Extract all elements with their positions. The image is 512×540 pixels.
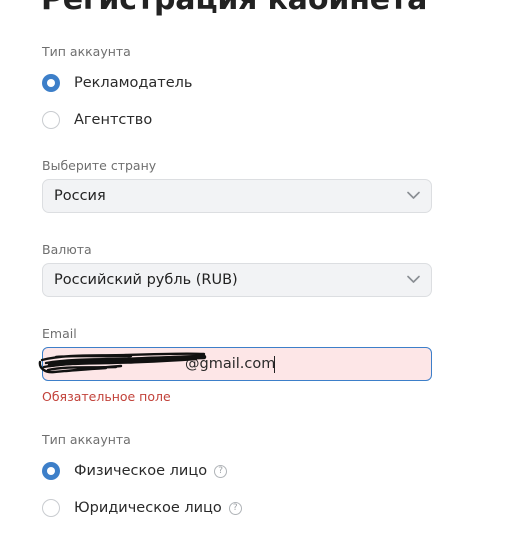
legal-type-label: Тип аккаунта [42, 432, 131, 447]
account-type-label: Тип аккаунта [42, 44, 131, 59]
chevron-down-icon [407, 275, 420, 283]
radio-individual[interactable]: Физическое лицо ? [42, 462, 228, 480]
radio-agency-label: Агентство [74, 112, 153, 128]
radio-individual-label: Физическое лицо [74, 463, 208, 479]
radio-legal-entity[interactable]: Юридическое лицо ? [42, 499, 242, 517]
radio-agency[interactable]: Агентство [42, 111, 152, 129]
currency-select[interactable]: Российский рубль (RUB) [42, 263, 432, 297]
chevron-down-icon [407, 191, 420, 199]
radio-advertiser[interactable]: Рекламодатель [42, 74, 192, 92]
radio-legal-entity-label: Юридическое лицо [74, 500, 222, 516]
email-error-message: Обязательное поле [42, 389, 171, 404]
currency-select-value: Российский рубль (RUB) [54, 272, 238, 288]
question-circle-icon[interactable]: ? [228, 501, 242, 515]
redaction-scribble [38, 352, 207, 374]
question-circle-icon[interactable]: ? [214, 464, 228, 478]
registration-page: Регистрация кабинета Тип аккаунта Реклам… [0, 0, 512, 540]
country-select[interactable]: Россия [42, 179, 432, 213]
currency-label: Валюта [42, 242, 92, 257]
radio-unchecked-icon[interactable] [42, 111, 60, 129]
text-caret [274, 356, 275, 373]
radio-checked-icon[interactable] [42, 74, 60, 92]
radio-advertiser-label: Рекламодатель [74, 75, 193, 91]
country-select-value: Россия [54, 188, 106, 204]
radio-checked-icon[interactable] [42, 462, 60, 480]
email-label: Email [42, 326, 77, 341]
country-label: Выберите страну [42, 158, 157, 173]
radio-unchecked-icon[interactable] [42, 499, 60, 517]
page-title: Регистрация кабинета [41, 0, 427, 17]
